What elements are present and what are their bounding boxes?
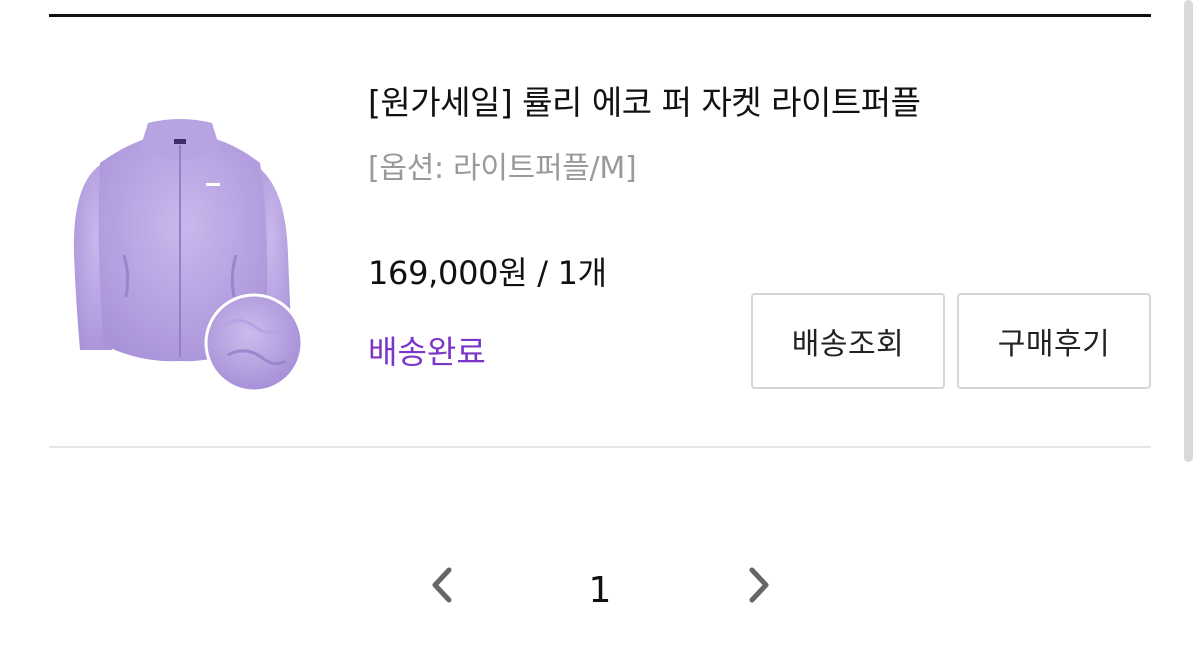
- delivery-status: 배송완료: [368, 333, 486, 371]
- pagination-prev-button[interactable]: [425, 562, 461, 608]
- price-quantity: 169,000원 / 1개: [368, 254, 607, 292]
- section-divider-top: [49, 14, 1151, 17]
- pagination-next-button[interactable]: [740, 562, 776, 608]
- section-divider-bottom: [49, 446, 1151, 448]
- write-review-button[interactable]: 구매후기: [957, 293, 1151, 389]
- product-thumbnail[interactable]: [60, 105, 315, 395]
- track-delivery-button[interactable]: 배송조회: [751, 293, 945, 389]
- pagination-page-1[interactable]: 1: [585, 570, 615, 611]
- chevron-right-icon: [749, 567, 769, 603]
- scrollbar[interactable]: [1184, 0, 1193, 462]
- product-option: [옵션: 라이트퍼플/M]: [368, 151, 637, 186]
- product-title[interactable]: [원가세일] 률리 에코 퍼 자켓 라이트퍼플: [368, 76, 921, 124]
- jacket-image: [73, 119, 304, 393]
- chevron-left-icon: [432, 567, 452, 603]
